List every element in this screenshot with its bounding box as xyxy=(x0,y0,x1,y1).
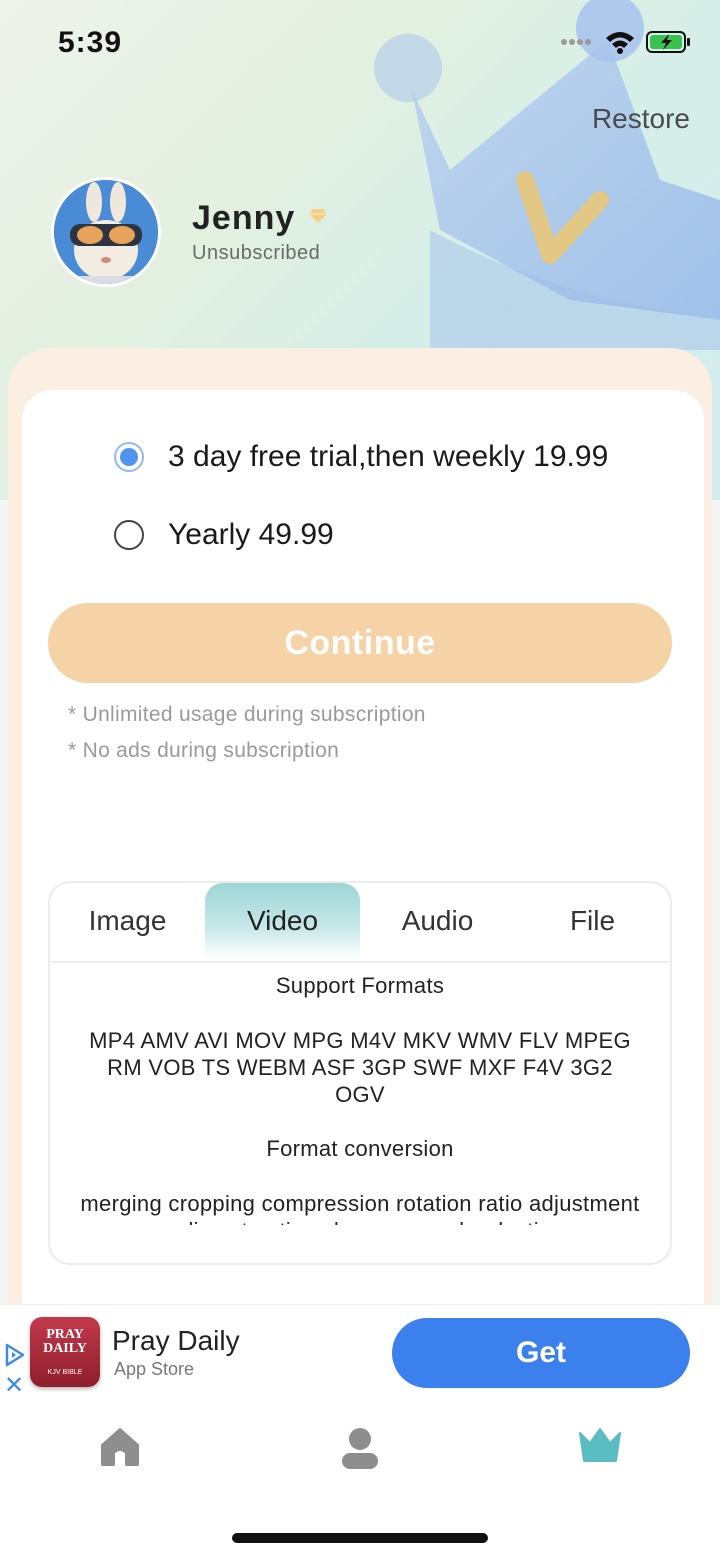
status-icons xyxy=(560,30,692,54)
tab-image[interactable]: Image xyxy=(50,883,205,959)
tab-video[interactable]: Video xyxy=(205,883,360,959)
restore-button[interactable]: Restore xyxy=(592,103,690,135)
ad-app-icon-subtext: KJV BIBLE xyxy=(47,1369,83,1376)
ad-banner[interactable]: ✕ PRAY DAILY KJV BIBLE Pray Daily App St… xyxy=(0,1304,720,1404)
user-name: Jenny xyxy=(192,199,296,237)
user-icon[interactable] xyxy=(340,1425,380,1469)
plan-option-yearly[interactable]: Yearly 49.99 xyxy=(114,518,334,552)
profile-text: Jenny Unsubscribed xyxy=(192,199,329,265)
plan-label: Yearly 49.99 xyxy=(168,518,334,551)
wifi-icon xyxy=(606,32,634,54)
ad-choices-icon[interactable] xyxy=(4,1343,26,1367)
status-bar: 5:39 xyxy=(0,0,720,90)
benefit-note: * Unlimited usage during subscription xyxy=(68,703,426,726)
name-row: Jenny xyxy=(192,199,329,238)
format-conversion-list: merging cropping compression rotation ra… xyxy=(80,1191,640,1225)
ad-app-icon[interactable]: PRAY DAILY KJV BIBLE xyxy=(30,1317,100,1387)
format-conversion-heading: Format conversion xyxy=(266,1136,454,1161)
radio-selected[interactable] xyxy=(114,442,144,472)
continue-button[interactable]: Continue xyxy=(48,603,672,683)
crown-icon[interactable] xyxy=(578,1425,622,1465)
diamond-badge-icon xyxy=(309,208,328,223)
battery-charging-icon xyxy=(646,31,690,53)
avatar[interactable] xyxy=(54,180,158,284)
benefit-note: * No ads during subscription xyxy=(68,739,340,762)
home-icon[interactable] xyxy=(98,1425,142,1469)
status-time: 5:39 xyxy=(58,26,123,59)
signal-icon xyxy=(561,39,591,45)
ad-close-icon[interactable]: ✕ xyxy=(4,1374,24,1398)
home-indicator xyxy=(232,1533,488,1543)
format-details[interactable]: Support Formats MP4 AMV AVI MOV MPG M4V … xyxy=(80,969,640,1225)
profile-section: Jenny Unsubscribed xyxy=(54,180,329,284)
formats-card: Image Video Audio File Support Formats M… xyxy=(48,881,672,1265)
support-formats-list: MP4 AMV AVI MOV MPG M4V MKV WMV FLV MPEG… xyxy=(89,1028,631,1107)
ad-app-icon-text: PRAY DAILY xyxy=(43,1327,87,1356)
tab-audio[interactable]: Audio xyxy=(360,883,515,959)
radio-unselected[interactable] xyxy=(114,520,144,550)
support-formats-heading: Support Formats xyxy=(275,973,445,998)
plan-option-weekly[interactable]: 3 day free trial,then weekly 19.99 xyxy=(114,440,608,474)
subscription-status: Unsubscribed xyxy=(192,242,321,264)
tab-file[interactable]: File xyxy=(515,883,670,959)
format-tabs: Image Video Audio File xyxy=(50,883,670,963)
ad-get-button[interactable]: Get xyxy=(392,1318,690,1388)
plan-label: 3 day free trial,then weekly 19.99 xyxy=(168,440,609,473)
ad-app-name: Pray Daily xyxy=(112,1325,240,1356)
bunny-avatar-image xyxy=(54,180,158,284)
ad-store-label: App Store xyxy=(114,1359,195,1379)
